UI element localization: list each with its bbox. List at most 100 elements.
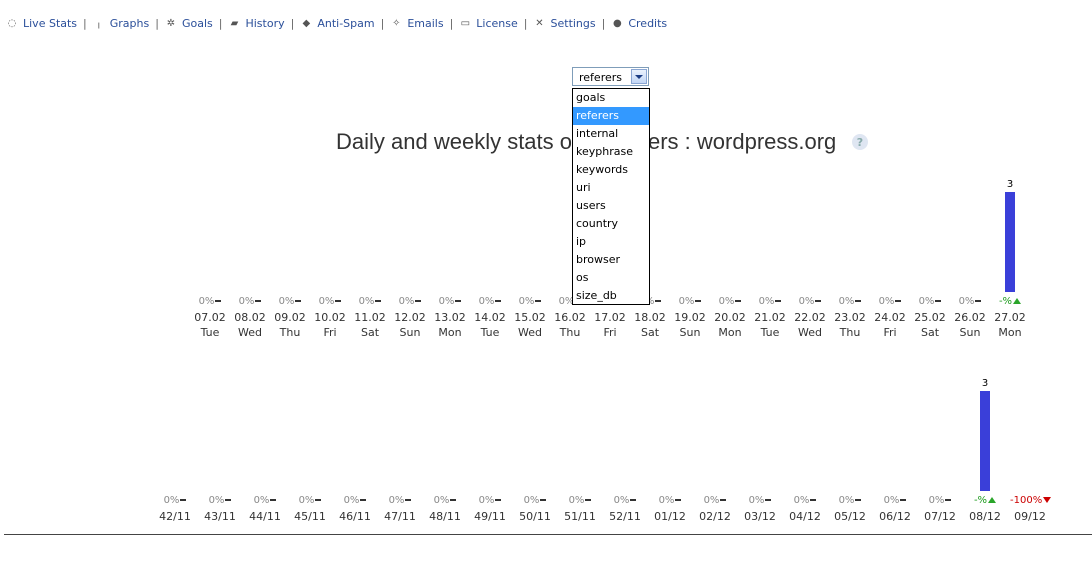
date-label: 06/12 (879, 510, 911, 523)
dash-icon (180, 499, 187, 501)
date-label: 07.02 (194, 311, 226, 324)
stats-type-dropdown[interactable]: goals referers internal keyphrase keywords ur… (572, 88, 650, 305)
date-label: 10.02 (314, 311, 346, 324)
nav-label: Emails (407, 16, 444, 30)
weekday-label: Sun (399, 326, 421, 339)
dash-icon (585, 499, 592, 501)
nav-graphs[interactable]: ╷ Graphs (93, 17, 150, 30)
dash-icon (675, 499, 682, 501)
weekday-label: Wed (518, 326, 542, 339)
date-label: 20.02 (714, 311, 746, 324)
select-option-keywords[interactable]: keywords (573, 161, 649, 179)
nav-credits[interactable]: ● Credits (611, 17, 667, 30)
change-label: 0% (695, 495, 735, 506)
nav-separator: | (601, 16, 606, 30)
select-option-internal[interactable]: internal (573, 125, 649, 143)
nav-license[interactable]: ▭ License (459, 17, 518, 30)
nav-separator: | (83, 16, 87, 30)
envelope-icon: ✧ (392, 17, 401, 29)
date-label: 08/12 (969, 510, 1001, 523)
date-label: 18.02 (634, 311, 666, 324)
nav-separator: | (290, 16, 295, 30)
nav-emails[interactable]: ✧ Emails (390, 17, 443, 30)
dash-icon (225, 499, 232, 501)
dash-icon (335, 300, 342, 302)
select-option-goals[interactable]: goals (573, 89, 649, 107)
date-label: 04/12 (789, 510, 821, 523)
dash-icon (495, 499, 502, 501)
select-option-os[interactable]: os (573, 269, 649, 287)
change-label: 0% (560, 495, 600, 506)
select-option-country[interactable]: country (573, 215, 649, 233)
nav-anti-spam[interactable]: ◆ Anti-Spam (300, 17, 374, 30)
select-option-keyphrase[interactable]: keyphrase (573, 143, 649, 161)
date-label: 21.02 (754, 311, 786, 324)
nav-history[interactable]: ▰ History (228, 16, 285, 30)
date-label: 48/11 (429, 510, 461, 523)
weekday-label: Mon (718, 326, 742, 339)
change-label: 0% (470, 296, 510, 307)
change-label: 0% (270, 296, 310, 307)
dash-icon (855, 300, 862, 302)
change-label: 0% (785, 495, 825, 506)
bar-value-label: 3 (1006, 179, 1014, 190)
dash-icon (375, 300, 382, 302)
date-label: 26.02 (954, 311, 986, 324)
dash-icon (855, 499, 862, 501)
dash-icon (450, 499, 457, 501)
date-label: 25.02 (914, 311, 946, 324)
dash-icon (815, 300, 822, 302)
top-nav: ◌ Live Stats | ╷ Graphs | ✲ Goals | ▰ History | ◆ Ant… (6, 14, 668, 32)
select-value: referers (579, 71, 622, 84)
weekday-label: Tue (480, 326, 500, 339)
change-label: 0% (920, 495, 960, 506)
change-label: -% (965, 495, 1005, 506)
nav-label: Goals (181, 16, 213, 30)
dash-icon (270, 499, 277, 501)
nav-live-stats[interactable]: ◌ Live Stats (6, 17, 77, 30)
change-label: 0% (155, 495, 195, 506)
chevron-down-icon[interactable] (631, 69, 647, 84)
date-label: 46/11 (339, 510, 371, 523)
page-title-visible: Daily and weekly stats o (336, 129, 572, 154)
weekday-label: Thu (279, 326, 301, 339)
change-label: 0% (290, 495, 330, 506)
select-option-uri[interactable]: uri (573, 179, 649, 197)
date-label: 17.02 (594, 311, 626, 324)
weekday-label: Sun (959, 326, 981, 339)
date-label: 52/11 (609, 510, 641, 523)
weekday-label: Sun (679, 326, 701, 339)
select-option-ip[interactable]: ip (573, 233, 649, 251)
help-icon[interactable]: ? (852, 134, 868, 150)
license-icon: ▭ (460, 17, 471, 29)
date-label: 09.02 (274, 311, 306, 324)
weekday-label: Thu (839, 326, 861, 339)
weekday-label: Tue (760, 326, 780, 339)
user-icon: ● (612, 17, 622, 29)
dash-icon (405, 499, 412, 501)
nav-label: Credits (628, 16, 668, 30)
change-label: 0% (830, 296, 870, 307)
date-label: 09/12 (1014, 510, 1046, 523)
change-label: 0% (390, 296, 430, 307)
date-label: 22.02 (794, 311, 826, 324)
nav-separator: | (523, 16, 528, 30)
select-option-browser[interactable]: browser (573, 251, 649, 269)
change-label: -100% (1010, 495, 1052, 506)
dash-icon (900, 499, 907, 501)
change-label: 0% (190, 296, 230, 307)
bar-graph-icon: ╷ (95, 17, 102, 29)
select-option-users[interactable]: users (573, 197, 649, 215)
stats-type-select[interactable]: referers (572, 67, 649, 86)
nav-goals[interactable]: ✲ Goals (165, 17, 213, 30)
nav-settings[interactable]: ✕ Settings (534, 17, 595, 30)
date-label: 50/11 (519, 510, 551, 523)
nav-label: Live Stats (23, 16, 78, 30)
chart-bar (980, 391, 990, 491)
select-option-referers[interactable]: referers (573, 107, 649, 125)
change-label: 0% (350, 296, 390, 307)
select-option-size-db[interactable]: size_db (573, 287, 649, 305)
date-label: 49/11 (474, 510, 506, 523)
dash-icon (495, 300, 502, 302)
nav-label: History (245, 16, 285, 30)
